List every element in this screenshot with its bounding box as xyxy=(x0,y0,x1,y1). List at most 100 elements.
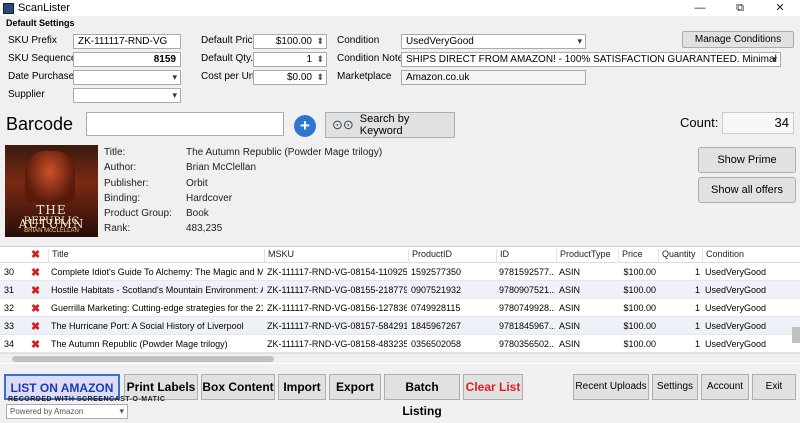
table-row[interactable]: 34 ✖ The Autumn Republic (Powder Mage tr… xyxy=(0,335,800,353)
column-header-msku[interactable]: MSKU xyxy=(264,249,408,263)
cost-per-unit-input[interactable]: $0.00 xyxy=(253,70,327,85)
cell-title: The Autumn Republic (Powder Mage trilogy… xyxy=(51,339,228,349)
publisher-value: Orbit xyxy=(186,178,208,189)
horizontal-scrollbar[interactable] xyxy=(0,353,800,363)
cell-producttype: ASIN xyxy=(559,321,581,331)
manage-conditions-button[interactable]: Manage Conditions xyxy=(682,31,794,48)
product-group-label: Product Group: xyxy=(104,208,172,219)
cell-id: 9780749928... xyxy=(499,303,555,313)
delete-row-icon[interactable]: ✖ xyxy=(31,320,40,333)
supplier-select[interactable] xyxy=(73,88,181,103)
delete-row-icon[interactable]: ✖ xyxy=(31,338,40,351)
author-value: Brian McClellan xyxy=(186,162,257,173)
column-header-producttype[interactable]: ProductType xyxy=(556,249,618,263)
column-header-price[interactable]: Price xyxy=(618,249,658,263)
table-row[interactable]: 33 ✖ The Hurricane Port: A Social Histor… xyxy=(0,317,800,335)
default-qty-label: Default Qty. xyxy=(201,53,254,64)
sku-prefix-label: SKU Prefix xyxy=(8,35,57,46)
title-bar: ScanLister — ⧉ ✕ xyxy=(0,0,800,16)
window-title: ScanLister xyxy=(18,2,70,14)
column-header-quantity[interactable]: Quantity xyxy=(658,249,702,263)
delete-row-icon[interactable]: ✖ xyxy=(31,266,40,279)
date-purchased-select[interactable] xyxy=(73,70,181,85)
count-value: 34 xyxy=(722,112,794,134)
table-row[interactable]: 32 ✖ Guerrilla Marketing: Cutting-edge s… xyxy=(0,299,800,317)
cell-productid: 1845967267 xyxy=(411,321,462,331)
cell-id: 9780907521... xyxy=(499,285,555,295)
restore-button[interactable]: ⧉ xyxy=(720,0,760,16)
vertical-scrollbar[interactable] xyxy=(792,327,800,343)
cell-producttype: ASIN xyxy=(559,339,581,349)
exit-button[interactable]: Exit xyxy=(752,374,796,400)
close-button[interactable]: ✕ xyxy=(760,0,800,16)
barcode-input[interactable] xyxy=(86,112,284,136)
cell-condition: UsedVeryGood xyxy=(705,321,767,331)
export-button[interactable]: Export xyxy=(329,374,381,400)
condition-note-select[interactable]: SHIPS DIRECT FROM AMAZON! - 100% SATISFA… xyxy=(401,52,781,67)
binding-value: Hardcover xyxy=(186,193,233,204)
count-label: Count: xyxy=(680,115,719,130)
row-number: 34 xyxy=(4,339,15,349)
sku-sequence-input[interactable]: 8159 xyxy=(73,52,181,67)
delete-row-icon[interactable]: ✖ xyxy=(31,302,40,315)
account-button[interactable]: Account xyxy=(701,374,749,400)
publisher-label: Publisher: xyxy=(104,178,149,189)
recent-uploads-button[interactable]: Recent Uploads xyxy=(573,374,649,400)
search-by-keyword-label: Search by Keyword xyxy=(359,113,410,137)
cell-condition: UsedVeryGood xyxy=(705,285,767,295)
show-prime-button[interactable]: Show Prime xyxy=(698,147,796,173)
cell-price: $100.00 xyxy=(623,303,656,313)
cell-productid: 0356502058 xyxy=(411,339,462,349)
row-number: 30 xyxy=(4,267,15,277)
row-number: 31 xyxy=(4,285,15,295)
cell-condition: UsedVeryGood xyxy=(705,339,767,349)
table-row[interactable]: 30 ✖ Complete Idiot's Guide To Alchemy: … xyxy=(0,263,800,281)
table-row[interactable]: 31 ✖ Hostile Habitats - Scotland's Mount… xyxy=(0,281,800,299)
cell-productid: 1592577350 xyxy=(411,267,462,277)
cell-price: $100.00 xyxy=(623,267,656,277)
show-all-offers-button[interactable]: Show all offers xyxy=(698,177,796,203)
clear-list-button[interactable]: Clear List xyxy=(463,374,523,400)
cell-msku: ZK-111117-RND-VG-08157-584291 xyxy=(267,321,407,331)
author-label: Author: xyxy=(104,162,137,173)
box-content-button[interactable]: Box Content xyxy=(201,374,275,400)
import-button[interactable]: Import xyxy=(278,374,326,400)
powered-by-select[interactable]: Powered by Amazon xyxy=(6,404,128,419)
minimize-button[interactable]: — xyxy=(680,0,720,16)
default-price-input[interactable]: $100.00 xyxy=(253,34,327,49)
condition-select[interactable]: UsedVeryGood xyxy=(401,34,586,49)
delete-column-icon: ✖ xyxy=(31,249,41,261)
cell-productid: 0749928115 xyxy=(411,303,461,313)
cell-producttype: ASIN xyxy=(559,303,581,313)
column-header-id[interactable]: ID xyxy=(496,249,556,263)
cell-title: Hostile Habitats - Scotland's Mountain E… xyxy=(51,285,263,295)
horizontal-scrollbar-thumb[interactable] xyxy=(12,356,274,362)
add-icon[interactable]: + xyxy=(294,115,316,137)
search-by-keyword-button[interactable]: ⊙⊙ Search by Keyword xyxy=(325,112,455,138)
cell-quantity: 1 xyxy=(694,285,700,295)
sku-sequence-label: SKU Sequence xyxy=(8,53,77,64)
batch-listing-button[interactable]: Batch Listing xyxy=(384,374,460,418)
settings-button[interactable]: Settings xyxy=(652,374,698,400)
row-number: 32 xyxy=(4,303,15,313)
column-header-title[interactable]: Title xyxy=(48,249,264,263)
cell-productid: 0907521932 xyxy=(411,285,462,295)
cell-msku: ZK-111117-RND-VG-08155-218779 xyxy=(267,285,407,295)
barcode-row: Barcode + ⊙⊙ Search by Keyword Count: 34 xyxy=(0,110,800,140)
cell-price: $100.00 xyxy=(623,285,656,295)
cell-msku: ZK-111117-RND-VG-08158-483235 xyxy=(267,339,407,349)
rank-label: Rank: xyxy=(104,223,131,234)
delete-row-icon[interactable]: ✖ xyxy=(31,284,40,297)
column-header-productid[interactable]: ProductID xyxy=(408,249,496,263)
sku-prefix-input[interactable]: ZK-111117-RND-VG xyxy=(73,34,181,49)
row-number: 33 xyxy=(4,321,15,331)
cell-condition: UsedVeryGood xyxy=(705,303,767,313)
cell-price: $100.00 xyxy=(623,339,656,349)
cover-title-line-2: REPUBLIC xyxy=(23,216,80,227)
rank-value: 483,235 xyxy=(186,223,223,234)
default-qty-input[interactable]: 1 xyxy=(253,52,327,67)
footer: Powered by Amazon RECORDED WITH SCREENCA… xyxy=(0,396,800,420)
default-settings-panel: SKU Prefix ZK-111117-RND-VG SKU Sequence… xyxy=(0,28,800,104)
cell-price: $100.00 xyxy=(623,321,656,331)
column-header-condition[interactable]: Condition xyxy=(702,249,792,263)
